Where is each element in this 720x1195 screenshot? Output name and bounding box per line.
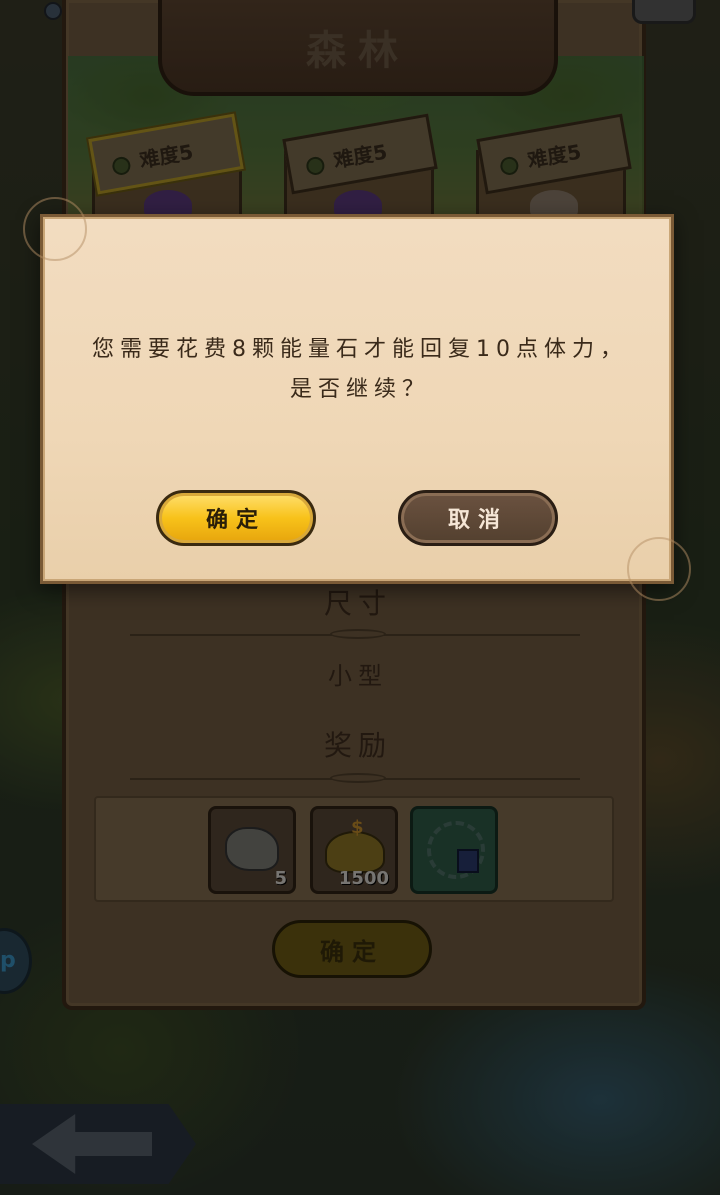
modal-overlay — [0, 0, 720, 1195]
confirm-button[interactable]: 确定 — [156, 490, 316, 546]
cancel-button[interactable]: 取消 — [398, 490, 558, 546]
dialog-message: 您需要花费8颗能量石才能回复10点体力，是否继续？ — [92, 337, 628, 402]
